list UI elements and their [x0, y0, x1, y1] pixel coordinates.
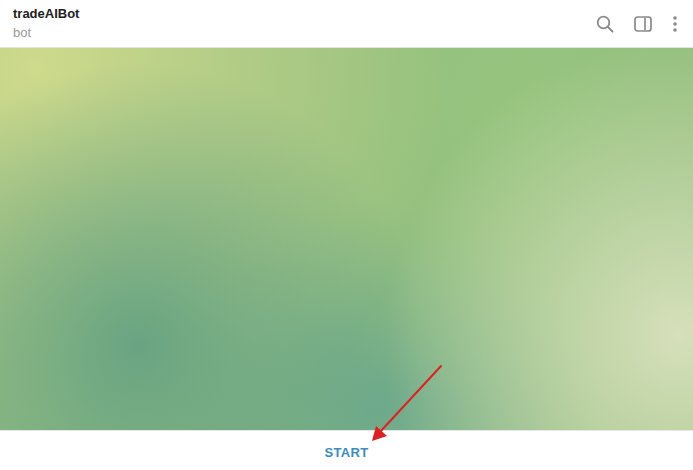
annotation-arrow-icon [0, 0, 693, 470]
search-icon[interactable] [595, 14, 615, 34]
header-actions [595, 14, 679, 34]
chat-info[interactable]: tradeAIBot bot [13, 6, 79, 41]
bottom-bar: START [0, 430, 693, 470]
chat-header: tradeAIBot bot [0, 0, 693, 48]
chat-subtitle: bot [13, 25, 79, 41]
start-button[interactable]: START [313, 441, 381, 464]
more-menu-icon[interactable] [671, 14, 679, 34]
sidebar-toggle-icon[interactable] [633, 14, 653, 34]
chat-title: tradeAIBot [13, 6, 79, 22]
chat-background [0, 48, 693, 430]
telegram-chat: tradeAIBot bot START [0, 0, 693, 470]
